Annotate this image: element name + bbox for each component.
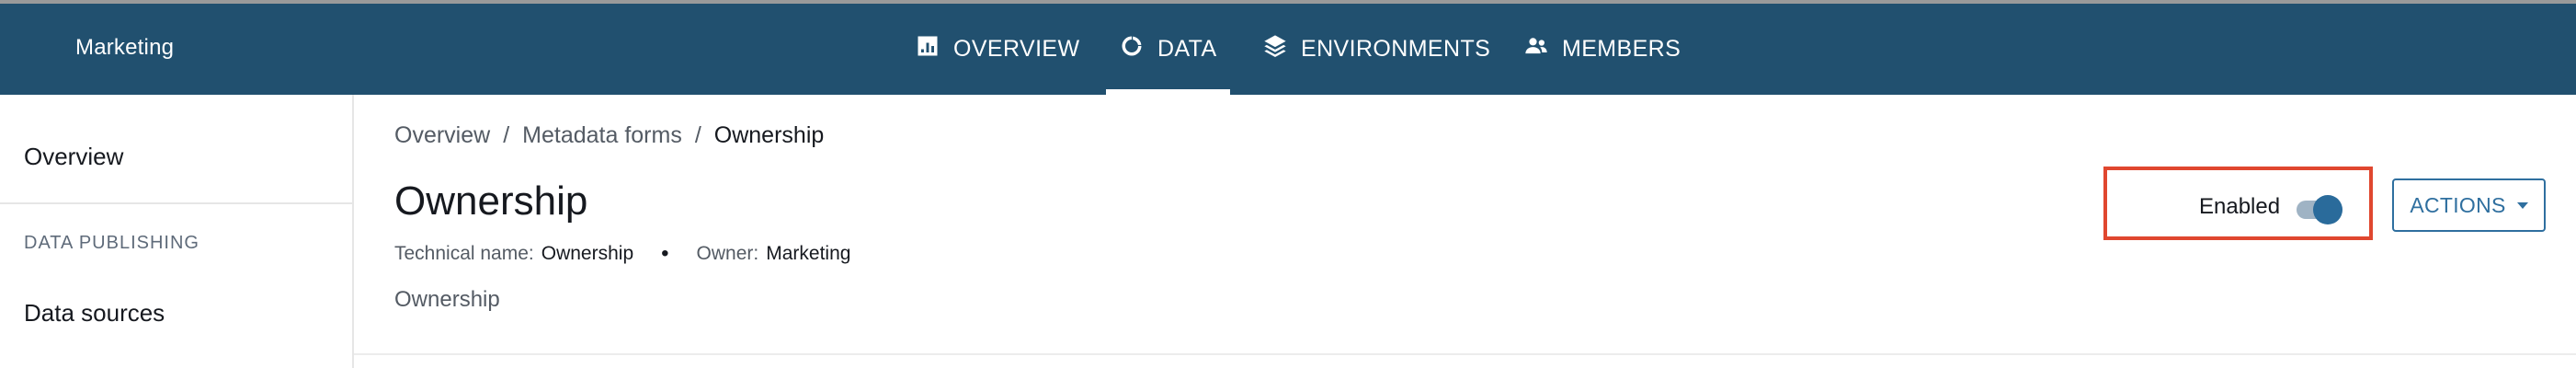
- bar-chart-icon: [915, 33, 940, 65]
- separator-dot: •: [661, 241, 669, 266]
- actions-button[interactable]: ACTIONS: [2392, 178, 2546, 232]
- technical-name-label: Technical name:: [394, 243, 534, 264]
- content-divider: [354, 353, 2576, 355]
- breadcrumb: Overview / Metadata forms / Ownership: [394, 122, 824, 149]
- breadcrumb-metadata-forms[interactable]: Metadata forms: [522, 122, 682, 149]
- breadcrumb-current: Ownership: [713, 122, 825, 148]
- loading-circle-icon: [1119, 33, 1145, 65]
- tab-members[interactable]: MEMBERS: [1523, 4, 1681, 95]
- sidebar-item-overview[interactable]: Overview: [24, 143, 123, 171]
- tab-overview[interactable]: OVERVIEW: [915, 4, 1080, 95]
- project-tabs: OVERVIEW DATA ENVIRONMENTS MEMBERS: [0, 4, 2576, 95]
- actions-button-label: ACTIONS: [2410, 192, 2506, 217]
- caret-down-icon: [2516, 201, 2528, 209]
- breadcrumb-overview[interactable]: Overview: [394, 122, 490, 149]
- breadcrumb-separator: /: [503, 122, 510, 148]
- enabled-label: Enabled: [2199, 194, 2281, 219]
- users-icon: [1523, 33, 1549, 65]
- tab-members-label: MEMBERS: [1562, 36, 1681, 62]
- tab-environments[interactable]: ENVIRONMENTS: [1262, 4, 1490, 95]
- sidebar-divider: [0, 202, 352, 204]
- toggle-knob[interactable]: [2313, 195, 2342, 224]
- left-sidebar: Overview DATA PUBLISHING Data sources: [0, 95, 354, 368]
- form-metadata: Technical name: Ownership • Owner: Marke…: [394, 241, 850, 267]
- top-nav-bar: Marketing OVERVIEW DATA ENVIRONMENTS MEM…: [0, 0, 2576, 95]
- tab-overview-label: OVERVIEW: [953, 36, 1080, 62]
- page-title: Ownership: [394, 178, 588, 224]
- sidebar-item-data-sources[interactable]: Data sources: [24, 299, 165, 328]
- enabled-toggle-highlight: Enabled: [2103, 167, 2373, 240]
- owner-label: Owner:: [696, 243, 759, 264]
- breadcrumb-separator: /: [694, 122, 701, 148]
- tab-data[interactable]: DATA: [1106, 4, 1230, 95]
- owner-value: Marketing: [766, 243, 851, 264]
- tab-environments-label: ENVIRONMENTS: [1301, 36, 1491, 62]
- sidebar-section-data-publishing: DATA PUBLISHING: [24, 233, 199, 253]
- tab-data-label: DATA: [1157, 36, 1217, 62]
- technical-name-value: Ownership: [541, 243, 634, 264]
- layers-icon: [1262, 33, 1288, 65]
- form-description: Ownership: [394, 287, 500, 312]
